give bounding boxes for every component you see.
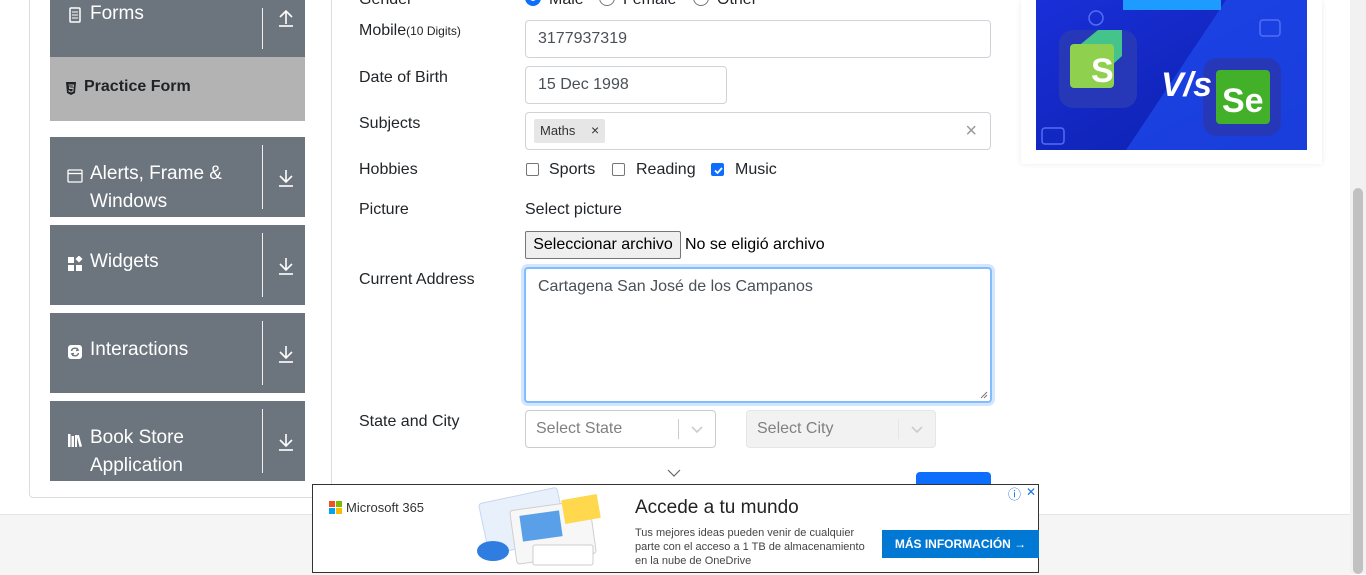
resize-handle-icon[interactable] xyxy=(980,391,988,399)
sidebar-group-interactions[interactable]: Interactions xyxy=(50,313,305,393)
html5-icon xyxy=(66,82,76,95)
dob-label: Date of Birth xyxy=(359,69,448,86)
gender-male-radio[interactable] xyxy=(525,0,541,6)
form-icon xyxy=(69,7,81,23)
sidebar-group-alerts[interactable]: Alerts, Frame & Windows xyxy=(50,137,305,217)
state-city-label: State and City xyxy=(359,413,460,430)
gender-male-label[interactable]: Male xyxy=(549,0,584,9)
ad-headline: Accede a tu mundo xyxy=(635,497,799,518)
hobby-reading-checkbox[interactable] xyxy=(612,163,625,176)
sidebar-group-label: Forms xyxy=(90,3,144,24)
mobile-input[interactable]: 3177937319 xyxy=(525,20,991,58)
ad-banner-bottom[interactable]: Microsoft 365 Accede a tu mundo Tus mejo… xyxy=(312,484,1039,573)
choose-file-button[interactable]: Seleccionar archivo xyxy=(525,231,681,259)
hobbies-label: Hobbies xyxy=(359,161,418,178)
ad-logo-left: S xyxy=(1091,52,1114,90)
widgets-icon xyxy=(68,256,83,271)
ad-info-icon[interactable]: ⓘ xyxy=(1008,484,1021,503)
tag-remove-icon[interactable]: × xyxy=(591,122,599,138)
ad-brand: Microsoft 365 xyxy=(346,500,425,515)
sidebar-group-label-line2: Application xyxy=(90,455,183,476)
sync-icon xyxy=(68,345,82,359)
ad-close-icon[interactable]: ✕ xyxy=(1026,485,1036,499)
sidebar-item-practice-form[interactable]: Practice Form xyxy=(50,57,305,121)
hobby-music-checkbox[interactable] xyxy=(711,163,724,176)
sidebar-group-label: Interactions xyxy=(90,339,189,360)
mobile-hint: (10 Digits) xyxy=(406,24,461,38)
expand-down-icon[interactable] xyxy=(277,168,295,188)
ad-body-line3: en la nube de OneDrive xyxy=(635,555,752,567)
expand-down-icon[interactable] xyxy=(277,256,295,276)
clear-icon[interactable]: × xyxy=(965,120,977,143)
scroll-chevron-icon xyxy=(667,469,681,477)
ad-logo-right: Se xyxy=(1222,82,1264,120)
sidebar-group-label: Book Store xyxy=(90,427,184,448)
ad-cta-button[interactable]: MÁS INFORMACIÓN → xyxy=(882,530,1039,558)
subject-tag: Maths × xyxy=(534,119,605,143)
sidebar-group-widgets[interactable]: Widgets xyxy=(50,225,305,305)
ad-banner-right[interactable]: S V/s Se xyxy=(1021,0,1322,164)
mobile-label: Mobile(10 Digits) xyxy=(359,22,461,39)
hobby-sports-checkbox[interactable] xyxy=(526,163,539,176)
gender-female-label[interactable]: Female xyxy=(623,0,676,9)
collapse-up-icon[interactable] xyxy=(277,8,295,28)
gender-other-label[interactable]: Other xyxy=(717,0,757,9)
sidebar-group-forms[interactable]: Forms xyxy=(50,0,305,57)
chevron-down-icon[interactable] xyxy=(691,425,703,434)
sidebar-group-label: Widgets xyxy=(90,251,159,272)
gender-female-radio[interactable] xyxy=(599,0,615,6)
window-icon xyxy=(67,169,83,183)
hobby-sports-label[interactable]: Sports xyxy=(549,161,595,179)
subjects-input[interactable]: Maths × × xyxy=(525,112,991,150)
picture-label: Picture xyxy=(359,201,409,218)
select-picture-text: Select picture xyxy=(525,201,622,218)
gender-other-radio[interactable] xyxy=(693,0,709,6)
sidebar-group-book-store[interactable]: Book Store Application xyxy=(50,401,305,481)
dob-input[interactable]: 15 Dec 1998 xyxy=(525,66,727,104)
ad-body-line1: Tus mejores ideas pueden venir de cualqu… xyxy=(635,527,855,539)
chevron-down-icon[interactable] xyxy=(911,425,923,434)
sidebar-item-label: Practice Form xyxy=(84,78,191,95)
address-textarea[interactable]: Cartagena San José de los Campanos xyxy=(524,267,992,403)
expand-down-icon[interactable] xyxy=(277,432,295,452)
microsoft-logo-icon xyxy=(329,501,342,514)
hobby-reading-label[interactable]: Reading xyxy=(636,161,696,179)
scrollbar-thumb[interactable] xyxy=(1353,188,1363,574)
state-select[interactable]: Select State xyxy=(525,410,716,448)
file-status: No se eligió archivo xyxy=(685,236,825,253)
ad-body-line2: parte con el acceso a 1 TB de almacenami… xyxy=(635,541,865,553)
ad-illustration xyxy=(477,487,601,566)
gender-label: Gender xyxy=(359,0,412,9)
ad-vs-text: V/s xyxy=(1161,66,1213,104)
address-label: Current Address xyxy=(359,271,475,288)
hobby-music-label[interactable]: Music xyxy=(735,161,777,179)
subjects-label: Subjects xyxy=(359,115,421,132)
expand-down-icon[interactable] xyxy=(277,344,295,364)
sidebar-group-label-line2: Windows xyxy=(90,191,168,212)
city-select[interactable]: Select City xyxy=(746,410,936,448)
sidebar-group-label: Alerts, Frame & xyxy=(90,163,222,184)
books-icon xyxy=(68,434,83,448)
check-icon xyxy=(714,167,723,175)
